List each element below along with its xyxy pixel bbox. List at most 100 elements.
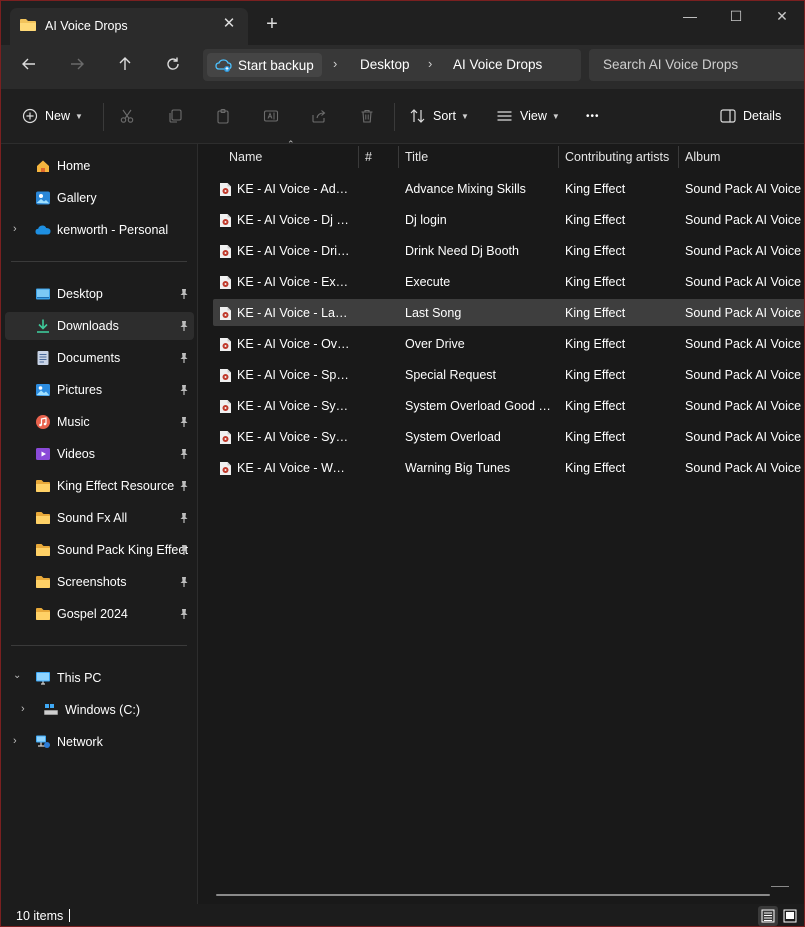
sidebar-item-windows-c[interactable]: › Windows (C:) <box>5 696 194 724</box>
sidebar-item-network[interactable]: › Network <box>5 728 194 756</box>
chevron-down-icon[interactable]: ⌄ <box>13 670 21 681</box>
sort-button[interactable]: Sort ▼ <box>409 106 469 126</box>
table-row[interactable]: KE - AI Voice - Execute Execute King Effec… <box>213 268 804 295</box>
network-icon <box>36 735 50 748</box>
horizontal-scrollbar[interactable] <box>216 894 770 896</box>
pin-icon[interactable] <box>178 480 190 492</box>
column-divider[interactable] <box>558 146 559 168</box>
breadcrumb-desktop[interactable]: Desktop <box>360 57 410 72</box>
file-title: Advance Mixing Skills <box>405 182 526 196</box>
file-name: KE - AI Voice - Over Drive <box>237 337 351 351</box>
table-row[interactable]: KE - AI Voice - Drink Need Dj Booth Drink… <box>213 237 804 264</box>
sidebar-item-downloads[interactable]: Downloads <box>5 312 194 340</box>
pin-icon[interactable] <box>178 608 190 620</box>
address-row: Start backup › Desktop › AI Voice Drops … <box>1 45 804 89</box>
refresh-button[interactable] <box>159 55 187 77</box>
folder-icon <box>36 608 50 620</box>
audio-file-icon <box>220 431 231 444</box>
sidebar-item-gallery[interactable]: Gallery <box>5 184 194 212</box>
sidebar-item-label: Gospel 2024 <box>57 607 128 621</box>
sidebar-item-music[interactable]: Music <box>5 408 194 436</box>
audio-file-icon <box>220 245 231 258</box>
column-number[interactable]: # <box>365 150 372 164</box>
copy-button[interactable] <box>165 106 185 126</box>
sidebar-item-sound-pack-king-effect[interactable]: Sound Pack King Effect <box>5 536 194 564</box>
chevron-right-icon[interactable]: › <box>13 223 17 235</box>
new-tab-button[interactable]: + <box>262 14 282 34</box>
tiles-view-button[interactable] <box>780 906 800 926</box>
view-button[interactable]: View ▼ <box>496 106 560 126</box>
divider <box>11 261 187 262</box>
column-name[interactable]: Name <box>229 150 262 164</box>
gallery-icon <box>36 191 50 205</box>
file-name: KE - AI Voice - Dj login <box>237 213 351 227</box>
sidebar-item-label: Pictures <box>57 383 103 397</box>
pictures-icon <box>36 384 50 396</box>
sidebar-item-this-pc[interactable]: ⌄ This PC <box>5 664 194 692</box>
sidebar-item-sound-fx-all[interactable]: Sound Fx All <box>5 504 194 532</box>
table-row[interactable]: KE - AI Voice - Advance Mixing Skills Adv… <box>213 175 804 202</box>
more-options-button[interactable]: ••• <box>586 106 600 126</box>
table-row[interactable]: KE - AI Voice - System Overload System Ov… <box>213 423 804 450</box>
close-tab-icon[interactable]: ✕ <box>220 15 238 33</box>
back-button[interactable] <box>15 55 43 77</box>
forward-button[interactable] <box>63 55 91 77</box>
sidebar-item-home[interactable]: Home <box>5 152 194 180</box>
table-row[interactable]: KE - AI Voice - Special Request Special R… <box>213 361 804 388</box>
column-divider[interactable] <box>398 146 399 168</box>
pin-icon[interactable] <box>178 576 190 588</box>
table-row[interactable]: KE - AI Voice - Dj login Dj login King Eff… <box>213 206 804 233</box>
start-backup-button[interactable]: Start backup <box>207 53 322 77</box>
pin-icon[interactable] <box>178 320 190 332</box>
audio-file-icon <box>220 183 231 196</box>
arrow-up-icon <box>119 57 131 70</box>
share-button[interactable] <box>309 106 329 126</box>
tab-ai-voice-drops[interactable]: AI Voice Drops ✕ <box>10 8 248 45</box>
up-button[interactable] <box>111 55 139 77</box>
chevron-right-icon[interactable]: › <box>13 735 17 747</box>
sidebar-item-king-effect-resource[interactable]: King Effect Resource <box>5 472 194 500</box>
close-window-button[interactable]: ✕ <box>770 7 794 27</box>
sidebar-item-documents[interactable]: Documents <box>5 344 194 372</box>
pin-icon[interactable] <box>178 544 190 556</box>
minimize-button[interactable]: — <box>678 7 702 27</box>
sidebar-item-gospel-2024[interactable]: Gospel 2024 <box>5 600 194 628</box>
pin-icon[interactable] <box>178 352 190 364</box>
chevron-down-icon: ▼ <box>551 111 560 121</box>
delete-button[interactable] <box>357 106 377 126</box>
table-row[interactable]: KE - AI Voice - Over Drive Over Drive King… <box>213 330 804 357</box>
details-view-button[interactable] <box>758 906 778 926</box>
file-title: Over Drive <box>405 337 465 351</box>
details-pane-button[interactable]: Details <box>720 106 781 126</box>
pin-icon[interactable] <box>178 512 190 524</box>
new-button[interactable]: New ▼ <box>22 106 83 126</box>
paste-button[interactable] <box>213 106 233 126</box>
cut-button[interactable] <box>117 106 137 126</box>
pin-icon[interactable] <box>178 288 190 300</box>
file-album: Sound Pack AI Voice <box>685 182 802 196</box>
rename-button[interactable] <box>261 106 281 126</box>
sidebar-item-pictures[interactable]: Pictures <box>5 376 194 404</box>
table-row[interactable]: KE - AI Voice - System Overload Good Nig… <box>213 392 804 419</box>
maximize-button[interactable]: ☐ <box>724 7 748 27</box>
sidebar-item-onedrive[interactable]: › kenworth - Personal <box>5 216 194 244</box>
file-artist: King Effect <box>565 430 626 444</box>
pin-icon[interactable] <box>178 416 190 428</box>
column-contributing-artists[interactable]: Contributing artists <box>565 150 669 164</box>
sidebar-item-videos[interactable]: Videos <box>5 440 194 468</box>
breadcrumb-ai-voice-drops[interactable]: AI Voice Drops <box>453 57 542 72</box>
table-row[interactable]: KE - AI Voice - Warning Big Tunes Warning… <box>213 454 804 481</box>
column-title[interactable]: Title <box>405 150 428 164</box>
file-title: Warning Big Tunes <box>405 461 511 475</box>
sidebar-item-screenshots[interactable]: Screenshots <box>5 568 194 596</box>
pin-icon[interactable] <box>178 384 190 396</box>
sidebar-item-desktop[interactable]: Desktop <box>5 280 194 308</box>
search-input[interactable]: Search AI Voice Drops <box>589 49 804 81</box>
pin-icon[interactable] <box>178 448 190 460</box>
chevron-right-icon[interactable]: › <box>21 703 25 715</box>
column-divider[interactable] <box>678 146 679 168</box>
file-album: Sound Pack AI Voice <box>685 213 802 227</box>
column-album[interactable]: Album <box>685 150 720 164</box>
table-row[interactable]: KE - AI Voice - Last Song Last Song King E… <box>213 299 804 326</box>
column-divider[interactable] <box>358 146 359 168</box>
